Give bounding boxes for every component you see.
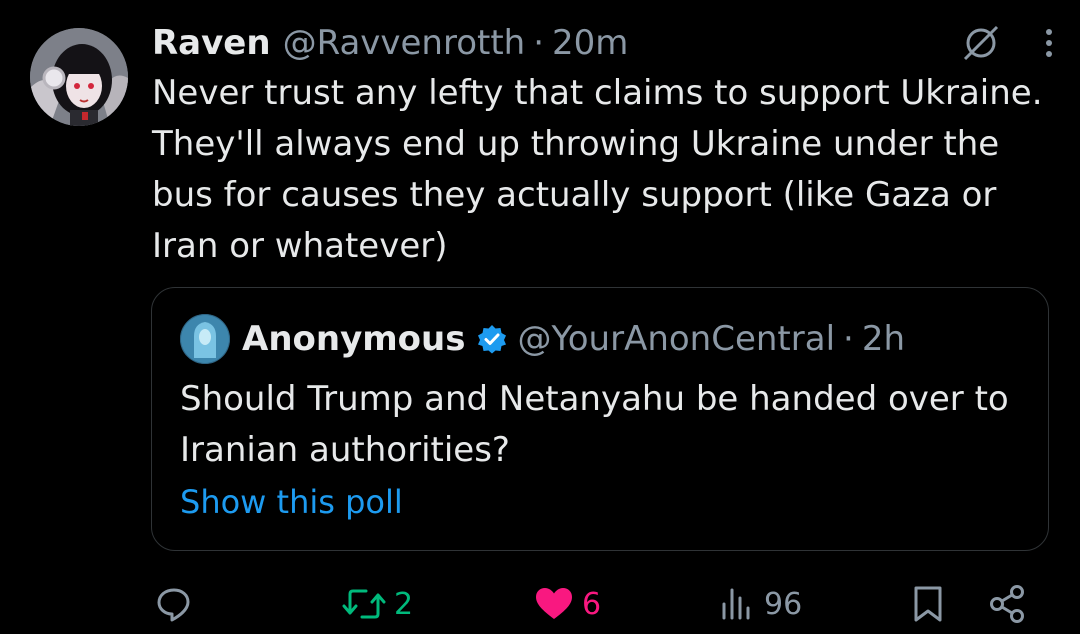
author-name[interactable]: Raven [152,18,271,68]
retweet-icon [340,582,388,626]
share-button[interactable] [986,582,1030,626]
tweet-header: Raven @Ravvenrotth · 20m [152,18,1052,68]
action-bar: 2 6 96 [152,582,1032,626]
bookmark-icon [908,582,948,626]
tweet-text: Never trust any lefty that claims to sup… [152,73,1043,266]
author-handle[interactable]: @Ravvenrotth [283,18,526,68]
retweet-button[interactable]: 2 [340,582,413,626]
retweet-count: 2 [394,586,414,622]
separator-dot: · [533,23,545,63]
tweet-content: Raven @Ravvenrotth · 20m Never trust any… [152,18,1052,272]
author-avatar[interactable] [30,28,128,126]
quoted-tweet-text: Should Trump and Netanyahu be handed ove… [180,379,1009,470]
bookmark-button[interactable] [908,582,948,626]
tweet-timestamp[interactable]: 20m [552,18,628,68]
reply-button[interactable] [152,582,202,626]
verified-badge-icon [477,324,507,354]
views-icon [718,582,758,626]
quoted-separator-dot: · [843,319,854,359]
views-count: 96 [764,586,803,622]
reply-icon [152,582,196,626]
share-icon [986,582,1030,626]
views-button[interactable]: 96 [718,582,802,626]
quoted-tweet[interactable]: Anonymous @YourAnonCentral · 2h Should T… [151,287,1049,551]
show-poll-link[interactable]: Show this poll [180,480,403,524]
quoted-author-avatar [180,314,230,364]
quoted-author-name: Anonymous [242,319,466,359]
quoted-tweet-header: Anonymous @YourAnonCentral · 2h [180,314,905,364]
quoted-author-handle: @YourAnonCentral [517,319,836,359]
like-count: 6 [582,586,602,622]
like-button[interactable]: 6 [532,582,601,626]
like-icon [532,582,576,626]
quoted-timestamp: 2h [861,319,906,359]
tweet[interactable]: Raven @Ravvenrotth · 20m Never trust any… [0,0,1080,634]
